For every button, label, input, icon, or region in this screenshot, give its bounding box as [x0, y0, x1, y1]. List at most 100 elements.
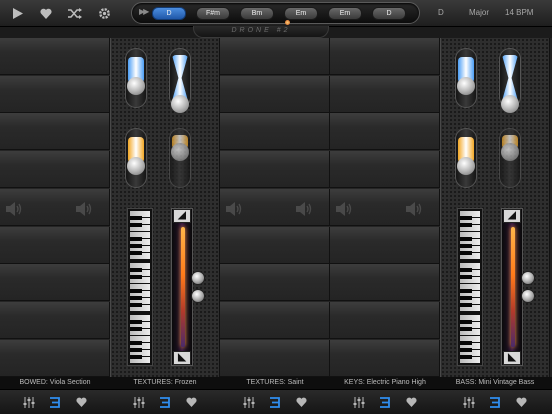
glow-indicator	[181, 227, 185, 347]
track-slot-1[interactable]	[0, 38, 110, 377]
slider-knob[interactable]	[127, 157, 145, 175]
pattern-icon[interactable]	[268, 395, 282, 409]
delay-tube-slider[interactable]	[169, 128, 191, 188]
heart-icon[interactable]	[514, 395, 528, 409]
scale-label[interactable]: Major	[469, 8, 489, 17]
slider-knob[interactable]	[171, 95, 189, 113]
track-tile	[330, 38, 440, 75]
gear-icon[interactable]	[95, 4, 113, 22]
track-tile	[0, 226, 110, 264]
heart-icon[interactable]	[404, 395, 418, 409]
track-tile	[220, 75, 330, 113]
volume-tube-slider[interactable]	[455, 48, 477, 108]
track-label-5[interactable]: BASS: Mini Vintage Bass	[440, 377, 550, 389]
key-label[interactable]: D	[438, 8, 444, 17]
octave	[460, 211, 480, 261]
play-icon[interactable]	[8, 4, 26, 22]
filter-tube-slider[interactable]	[169, 48, 191, 113]
keyboard-range-picker[interactable]	[457, 208, 483, 366]
track-label-3[interactable]: TEXTURES: Saint	[220, 377, 330, 389]
lower-bound-handle[interactable]: ◣	[173, 351, 191, 365]
keyboard-range-picker[interactable]	[127, 208, 153, 366]
volume-high-icon	[406, 202, 424, 216]
mixer-icon[interactable]	[462, 395, 476, 409]
upper-bound-handle[interactable]: ◢	[173, 209, 191, 223]
drone-title: DRONE #2	[193, 26, 329, 38]
mixer-icon[interactable]	[352, 395, 366, 409]
track-tile	[220, 264, 330, 302]
fast-forward-icon[interactable]: ▶▶	[139, 7, 149, 16]
chord-button-2[interactable]: F#m	[196, 7, 230, 20]
black-key	[130, 320, 142, 324]
black-key	[460, 327, 472, 331]
black-key	[130, 275, 142, 279]
octave	[130, 315, 150, 365]
slider-knob[interactable]	[457, 157, 475, 175]
black-key	[460, 289, 472, 293]
filter-tube-slider[interactable]	[499, 48, 521, 113]
slider-knob[interactable]	[171, 143, 189, 161]
pitch-knob-lower[interactable]	[521, 289, 535, 303]
chord-button-6[interactable]: D	[372, 7, 406, 20]
heart-icon[interactable]	[37, 4, 55, 22]
track-slot-2[interactable]: ◢ ◣	[110, 38, 220, 377]
glow-indicator	[511, 227, 515, 347]
pitch-glow-slider[interactable]: ◢ ◣	[171, 208, 193, 366]
heart-icon[interactable]	[74, 395, 88, 409]
pattern-icon[interactable]	[488, 395, 502, 409]
slider-knob[interactable]	[127, 77, 145, 95]
pattern-icon[interactable]	[158, 395, 172, 409]
pitch-knob-lower[interactable]	[191, 289, 205, 303]
track-label-4[interactable]: KEYS: Electric Piano High	[330, 377, 440, 389]
pattern-icon[interactable]	[378, 395, 392, 409]
track-tile	[330, 226, 440, 264]
track-controls-2	[110, 395, 220, 409]
pattern-icon[interactable]	[48, 395, 62, 409]
mixer-icon[interactable]	[242, 395, 256, 409]
track-slot-4[interactable]	[330, 38, 440, 377]
chord-button-1[interactable]: D	[152, 7, 186, 20]
volume-low-icon	[6, 202, 24, 216]
reverb-tube-slider[interactable]	[125, 128, 147, 188]
slider-knob[interactable]	[501, 143, 519, 161]
pitch-knob-upper[interactable]	[521, 271, 535, 285]
pitch-glow-slider[interactable]: ◢ ◣	[501, 208, 523, 366]
black-key	[130, 355, 142, 359]
chord-button-3[interactable]: Bm	[240, 7, 274, 20]
black-key	[460, 320, 472, 324]
delay-tube-slider[interactable]	[499, 128, 521, 188]
pitch-knob-upper[interactable]	[191, 271, 205, 285]
octave	[460, 315, 480, 365]
black-key	[460, 341, 472, 345]
slider-knob[interactable]	[501, 95, 519, 113]
reverb-tube-slider[interactable]	[455, 128, 477, 188]
black-key	[130, 348, 142, 352]
black-key	[130, 268, 142, 272]
black-key	[130, 341, 142, 345]
black-key	[460, 244, 472, 248]
mixer-icon[interactable]	[132, 395, 146, 409]
track-area: ◢ ◣ ◢ ◣	[0, 38, 552, 377]
heart-icon[interactable]	[184, 395, 198, 409]
track-tile	[330, 113, 440, 151]
upper-bound-handle[interactable]: ◢	[503, 209, 521, 223]
track-tile	[220, 113, 330, 151]
chord-button-5[interactable]: Em	[328, 7, 362, 20]
flame-indicator	[285, 20, 290, 25]
chord-sequence-bar: ▶▶ D F#m Bm Em Em D	[131, 2, 420, 25]
track-label-2[interactable]: TEXTURES: Frozen	[110, 377, 220, 389]
heart-icon[interactable]	[294, 395, 308, 409]
lower-bound-handle[interactable]: ◣	[503, 351, 521, 365]
black-key	[460, 268, 472, 272]
track-label-1[interactable]: BOWED: Viola Section	[0, 377, 110, 389]
mixer-icon[interactable]	[22, 395, 36, 409]
track-slot-3[interactable]	[220, 38, 330, 377]
track-tile	[0, 264, 110, 302]
volume-tube-slider[interactable]	[125, 48, 147, 108]
track-controls-5	[440, 395, 550, 409]
chord-button-4[interactable]: Em	[284, 7, 318, 20]
slider-knob[interactable]	[457, 77, 475, 95]
tempo-label[interactable]: 14 BPM	[505, 8, 533, 17]
shuffle-icon[interactable]	[66, 4, 84, 22]
track-slot-5[interactable]: ◢ ◣	[440, 38, 550, 377]
